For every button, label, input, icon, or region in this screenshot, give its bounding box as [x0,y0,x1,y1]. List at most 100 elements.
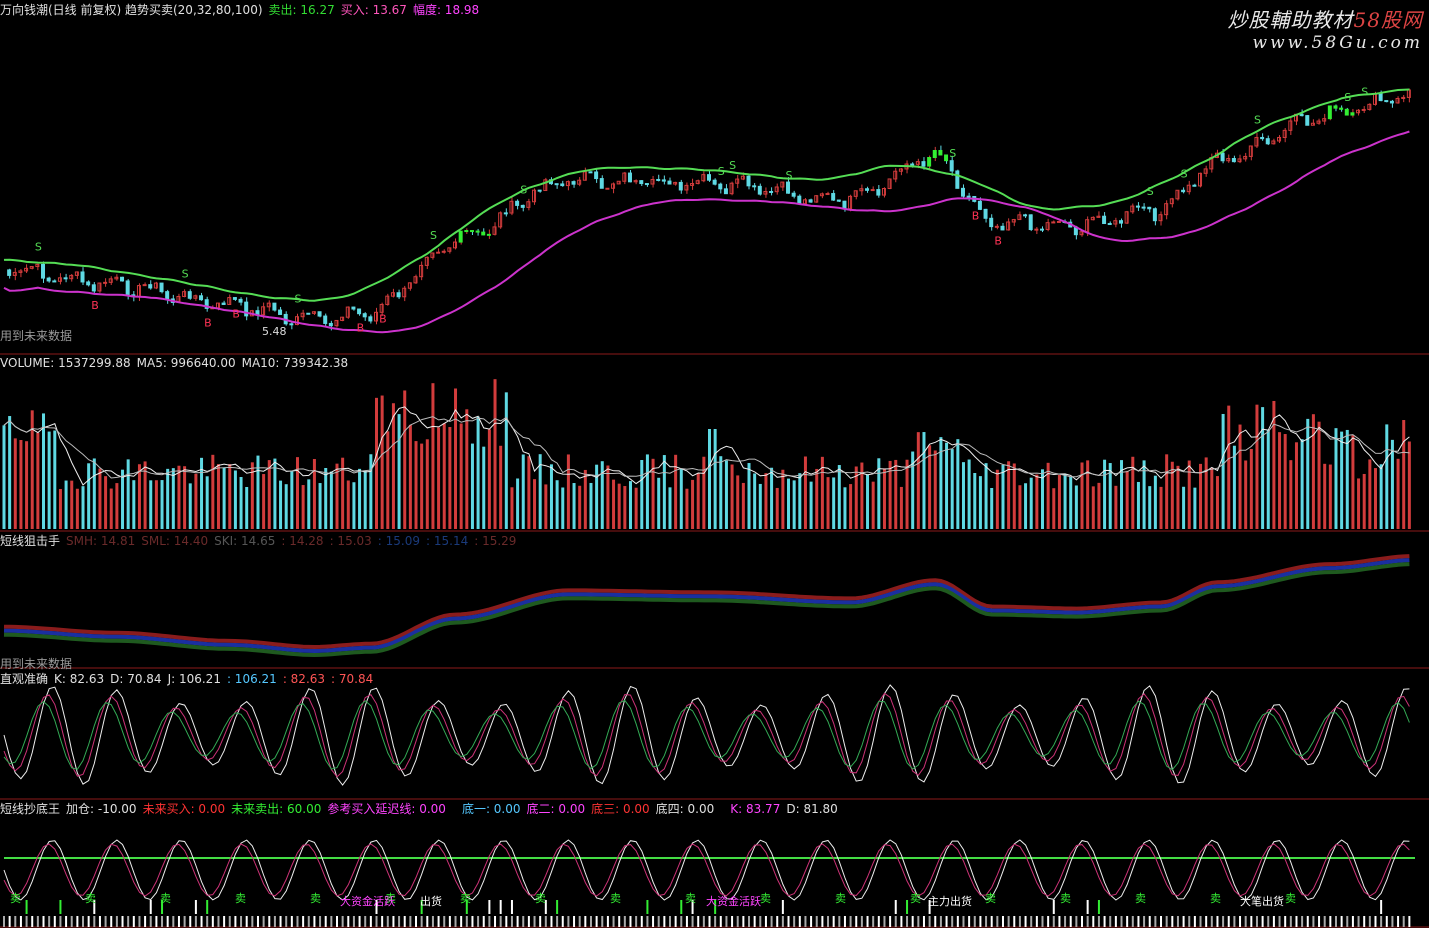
volume-bar [640,459,644,529]
tick-bar [234,916,237,927]
candle-body [1034,228,1039,231]
sell-marker: S [182,268,189,281]
volume-bar [1362,473,1366,529]
candle-body [1102,215,1107,225]
tick-bar [714,916,717,927]
buy-value: 买入: 13.67 [340,3,407,17]
sell-marker: S [1254,113,1261,126]
short-value-7: : 15.14 [426,534,469,548]
volume-bar [87,463,91,529]
volume-ma5: MA5: 996640.00 [136,356,236,370]
volume-bar [1187,460,1191,529]
candle-body [1039,228,1044,231]
candle-body [1231,158,1236,163]
volume-bar [183,466,187,529]
candle-body [791,192,796,197]
tick-bar [1329,916,1332,927]
volume-bar [425,439,429,529]
volume-ma-lines [3,406,1410,486]
tick-bar [48,916,51,927]
volume-bar [1001,464,1005,529]
tick-bar [939,916,942,927]
tick-bar [680,916,683,927]
candlesticks[interactable] [7,88,1411,331]
tick-bar [127,916,130,927]
candle-body [199,295,204,301]
kdj-panel-header: 直观准确 K: 82.63 D: 70.84 J: 106.21: 106.21: 8… [0,672,379,686]
volume-bar [149,480,153,529]
tick-bar [1081,916,1084,927]
bottom-ref-buy: 参考买入延迟线: 0.00 [327,802,446,816]
volume-bar [1097,482,1101,529]
bottom-d: D: 81.80 [786,802,838,816]
short-value-1: SMH: 14.81 [66,534,136,548]
volume-bar [1148,486,1152,529]
volume-bar [408,424,412,529]
candle-body [515,200,520,206]
signal-label: 大资金活跃 [706,894,761,908]
tick-bar [578,916,581,927]
candle-body [1260,136,1265,140]
tick-bar [1233,916,1236,927]
candle-body [723,188,728,195]
volume-bar [713,429,717,529]
volume-title: VOLUME: 1537299.88 [0,356,131,370]
volume-bar [177,465,181,529]
tick-bar [894,916,897,927]
bottom-3: 底三: 0.00 [591,802,650,816]
tick-bar [443,916,446,927]
tick-bar [1052,916,1055,927]
volume-bar [922,432,926,529]
stock-chart[interactable]: SSSSSS SSSSSSS SBBBBBBB 卖卖卖卖卖卖卖卖卖卖卖卖卖卖卖卖卖卖… [0,0,1429,928]
short-value-8: : 15.29 [474,534,517,548]
volume-bar [685,488,689,529]
volume-bar [1052,488,1056,529]
volume-bar [1153,475,1157,529]
bottom-panel-header: 短线抄底王 加仓: -10.00 未来买入: 0.00 未来卖出: 60.00 参考买入… [0,802,844,816]
tick-bar [646,916,649,927]
volume-bar [335,463,339,529]
tick-bar [589,916,592,927]
tick-bar [827,916,830,927]
volume-bar [928,445,932,529]
volume-bar [346,480,350,529]
candle-body [41,263,46,279]
tick-bar [1244,916,1247,927]
kdj-d: D: 70.84 [110,672,162,686]
candle-body [1000,225,1005,231]
volume-bar [516,478,520,529]
volume-bar [1232,445,1236,529]
tick-bar [1007,916,1010,927]
signal-bar [149,900,152,914]
tick-bar [505,916,508,927]
candle-body [627,172,632,183]
candle-body [1344,108,1349,116]
tick-bar [1120,916,1123,927]
tick-bar [1301,916,1304,927]
tick-bar [1041,916,1044,927]
tick-bar [1385,916,1388,927]
tick-bar [172,916,175,927]
candle-body [797,195,802,205]
tick-bar [516,916,519,927]
volume-bars[interactable] [2,379,1411,529]
tick-bar [815,916,818,927]
tick-bar [635,916,638,927]
candle-body [1028,214,1033,231]
tick-bar [674,916,677,927]
volume-bar [58,488,62,529]
volume-bar [1323,463,1327,529]
volume-bar [758,483,762,529]
volume-bar [1063,474,1067,529]
candle-body [1327,105,1332,120]
tick-bar [1114,916,1117,927]
candle-body [1361,108,1366,111]
candle-body [667,180,672,185]
tick-bar [759,916,762,927]
volume-bar [1069,476,1073,529]
signal-bar [194,900,197,914]
sell-marker: S [35,240,42,253]
candle-body [1384,100,1389,103]
sell-annotation: 卖 [160,892,171,905]
volume-bar [753,473,757,529]
